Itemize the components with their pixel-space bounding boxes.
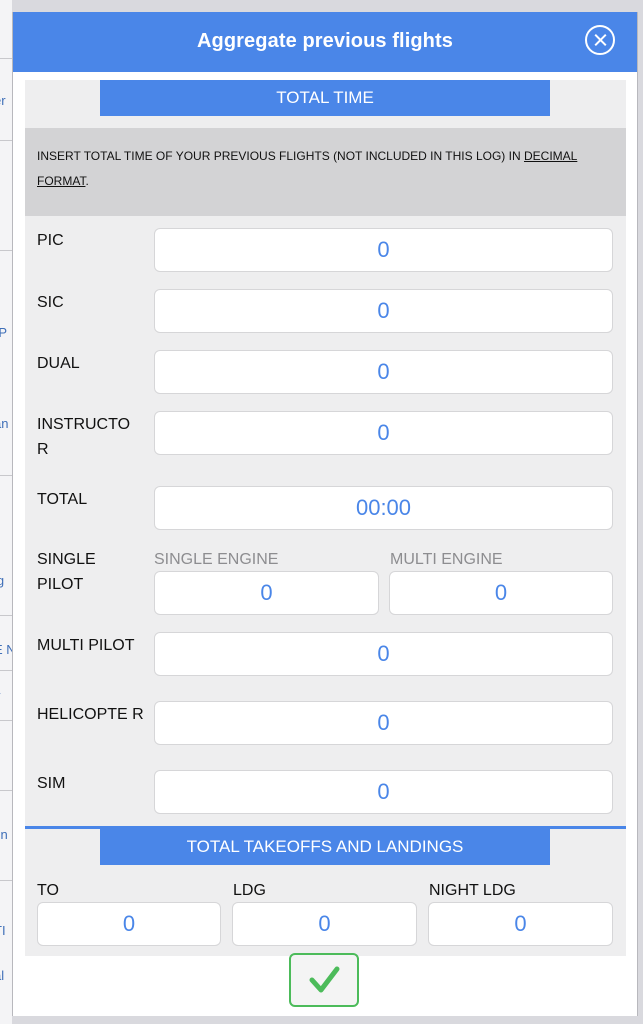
instructions-box: INSERT TOTAL TIME OF YOUR PREVIOUS FLIGH… <box>25 128 626 216</box>
single-pilot-label: SINGLE PILOT <box>37 551 96 593</box>
multi-engine-input[interactable]: 0 <box>389 571 613 615</box>
background-divider <box>0 670 12 671</box>
to-label: TO <box>37 882 59 899</box>
dual-input[interactable]: 0 <box>154 350 613 394</box>
instructor-input[interactable]: 0 <box>154 411 613 455</box>
total-input[interactable]: 00:00 <box>154 486 613 530</box>
background-divider <box>0 720 12 721</box>
multi-pilot-label: MULTI PILOT <box>37 637 135 654</box>
background-page: er (P an ig E N y tin TI al <box>0 0 12 1024</box>
background-divider <box>0 475 12 476</box>
background-divider <box>0 880 12 881</box>
sic-label: SIC <box>37 294 64 311</box>
total-label: TOTAL <box>37 491 88 508</box>
close-icon[interactable] <box>585 25 615 55</box>
helicopter-input[interactable]: 0 <box>154 701 613 745</box>
sim-label: SIM <box>37 775 66 792</box>
modal-title: Aggregate previous flights <box>197 30 453 52</box>
background-row-text: y <box>0 688 12 703</box>
multi-pilot-input[interactable]: 0 <box>154 632 613 676</box>
night-ldg-label: NIGHT LDG <box>429 882 516 899</box>
background-divider <box>0 615 12 616</box>
pic-label: PIC <box>37 232 64 249</box>
background-row-text: al <box>0 968 5 983</box>
multi-engine-label: MULTI ENGINE <box>390 551 503 568</box>
confirm-button[interactable] <box>289 953 359 1007</box>
to-input[interactable]: 0 <box>37 902 221 946</box>
ldg-label: LDG <box>233 882 266 899</box>
total-time-header: TOTAL TIME <box>100 80 550 116</box>
helicopter-label: HELICOPTE R <box>37 706 144 723</box>
background-row-text: TI <box>0 923 6 938</box>
dual-label: DUAL <box>37 355 80 372</box>
takeoffs-landings-header: TOTAL TAKEOFFS AND LANDINGS <box>100 829 550 865</box>
sic-input[interactable]: 0 <box>154 289 613 333</box>
background-row-text: er <box>0 93 6 108</box>
modal-header: Aggregate previous flights <box>13 12 637 72</box>
single-engine-input[interactable]: 0 <box>154 571 379 615</box>
background-divider <box>0 140 12 141</box>
background-row-text: an <box>0 416 9 431</box>
background-row-text: (P <box>0 325 7 340</box>
background-row-text: E N <box>0 642 12 657</box>
instructions-suffix: . <box>85 174 89 188</box>
background-row-text: tin <box>0 827 8 842</box>
background-divider <box>0 790 12 791</box>
instructions-text: INSERT TOTAL TIME OF YOUR PREVIOUS FLIGH… <box>37 149 524 163</box>
night-ldg-input[interactable]: 0 <box>428 902 613 946</box>
ldg-input[interactable]: 0 <box>232 902 417 946</box>
aggregate-flights-modal: Aggregate previous flights TOTAL TIME IN… <box>12 12 638 1016</box>
form-panel: TOTAL TIME INSERT TOTAL TIME OF YOUR PRE… <box>25 80 626 956</box>
background-row-text: ig <box>0 573 5 588</box>
instructor-label: INSTRUCTO R <box>37 416 131 458</box>
background-divider <box>0 58 12 59</box>
sim-input[interactable]: 0 <box>154 770 613 814</box>
single-engine-label: SINGLE ENGINE <box>154 551 279 568</box>
background-divider <box>0 250 12 251</box>
checkmark-icon <box>309 966 340 993</box>
pic-input[interactable]: 0 <box>154 228 613 272</box>
